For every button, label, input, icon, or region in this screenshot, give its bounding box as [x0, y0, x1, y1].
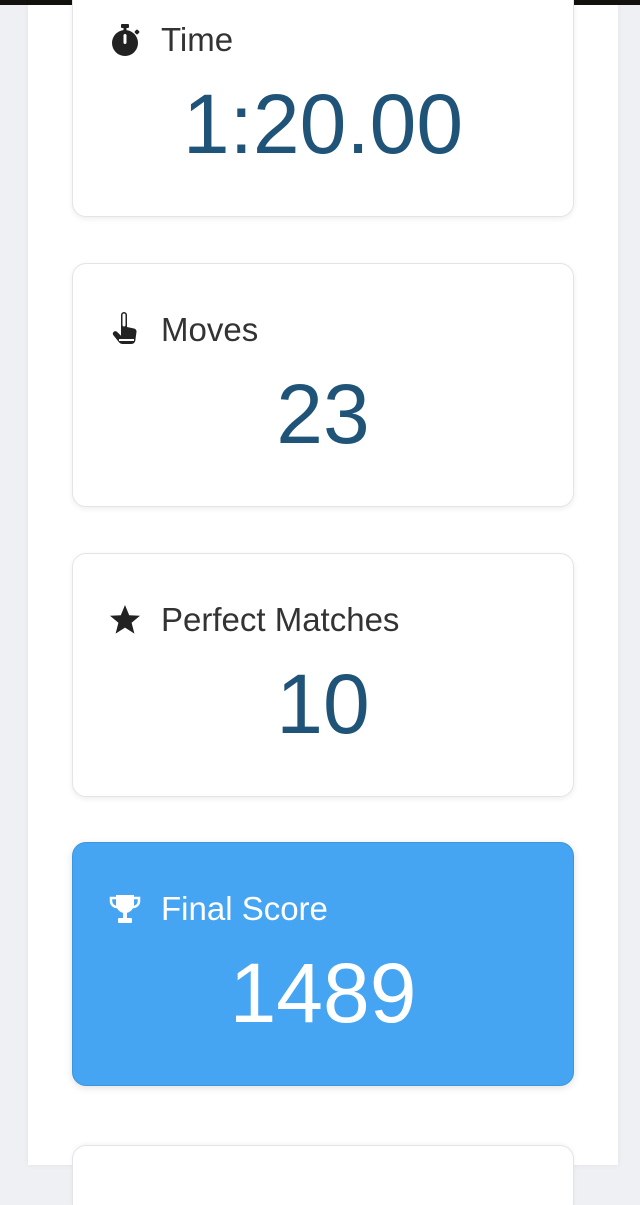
moves-card-header: Moves — [107, 310, 258, 350]
perfect-matches-card-header: Perfect Matches — [107, 600, 399, 640]
final-score-value: 1489 — [229, 946, 417, 1040]
final-score-card-header: Final Score — [107, 889, 328, 929]
time-card: Time 1:20.00 — [72, 0, 574, 217]
trophy-icon — [107, 891, 143, 927]
perfect-matches-card: Perfect Matches 10 — [72, 553, 574, 797]
final-score-card: Final Score 1489 — [72, 842, 574, 1086]
time-card-header: Time — [107, 20, 233, 60]
star-icon — [107, 602, 143, 638]
time-value: 1:20.00 — [182, 77, 464, 171]
moves-label: Moves — [161, 311, 259, 348]
perfect-matches-value: 10 — [276, 657, 370, 751]
moves-card: Moves 23 — [72, 263, 574, 507]
next-card-partial — [72, 1145, 574, 1205]
hand-pointer-icon — [107, 312, 143, 348]
moves-value: 23 — [276, 367, 370, 461]
final-score-label: Final Score — [161, 890, 328, 927]
perfect-matches-label: Perfect Matches — [161, 601, 400, 638]
time-label: Time — [161, 21, 234, 58]
stopwatch-icon — [107, 22, 143, 58]
